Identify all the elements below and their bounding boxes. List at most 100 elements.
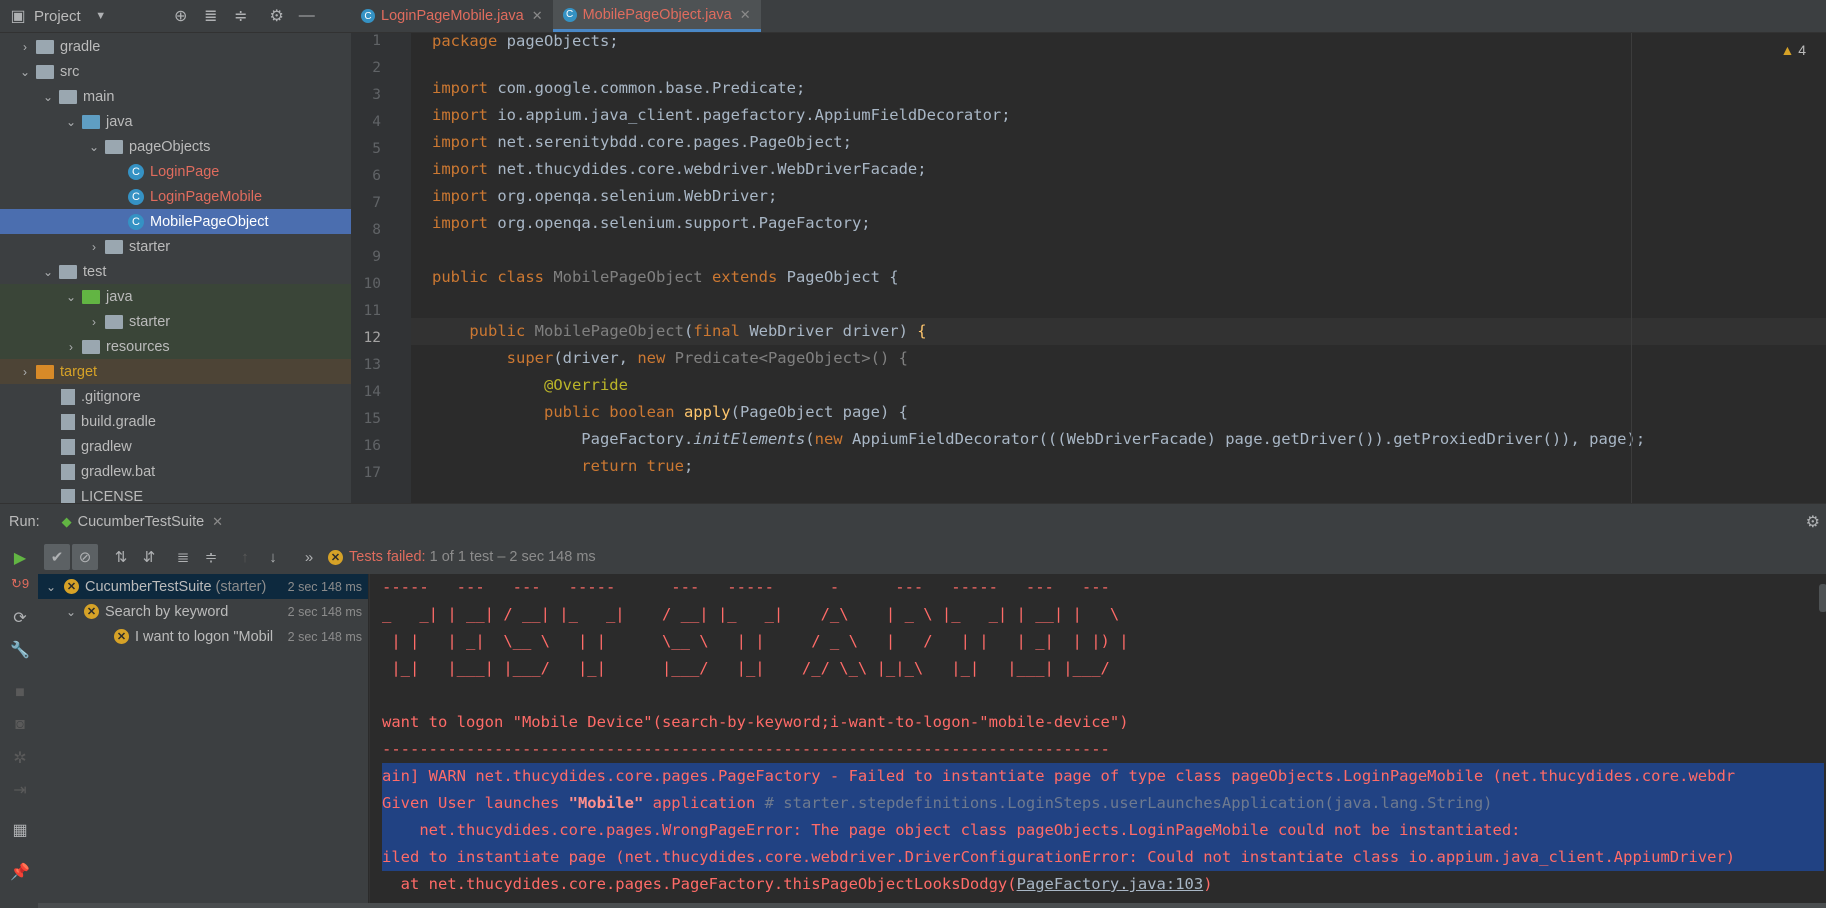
stop-icon[interactable]: ■ (10, 684, 30, 704)
test-suite-row[interactable]: ⌄ ✕ CucumberTestSuite (starter) 2 sec 14… (38, 574, 368, 599)
exit-icon[interactable]: ⇥ (10, 780, 30, 800)
rerun-failed-icon[interactable]: ↻9 (10, 576, 30, 596)
tree-item-build-gradle[interactable]: build.gradle (0, 409, 351, 434)
chevron-down-icon[interactable]: ⌄ (44, 580, 58, 594)
console-line: | | | _| \__ \ | | \__ \ | | / _ \ | / |… (382, 632, 1129, 650)
previous-failed-icon[interactable]: ↑ (232, 544, 258, 570)
console-line: want to logon "Mobile Device"(search-by-… (382, 713, 1129, 731)
stacktrace-link[interactable]: PageFactory.java:103 (1017, 875, 1204, 893)
tree-item-java[interactable]: ⌄ java (0, 109, 351, 134)
line-number: 8 (372, 222, 381, 238)
project-panel-title[interactable]: Project (34, 8, 81, 25)
tests-summary: 1 of 1 test – 2 sec 148 ms (425, 549, 596, 565)
more-icon[interactable]: » (296, 544, 322, 570)
sort-alpha-icon[interactable]: ⇅ (108, 544, 134, 570)
tree-item-gradlew-bat[interactable]: gradlew.bat (0, 459, 351, 484)
console-line: ----- --- --- ----- --- ----- - --- ----… (382, 578, 1110, 596)
resources-folder-icon (82, 339, 100, 354)
warnings-indicator[interactable]: ▲ 4 (1780, 42, 1806, 58)
layout-icon[interactable]: ▦ (10, 820, 30, 840)
chevron-right-icon[interactable]: › (64, 340, 78, 354)
tab-mobile-page-object[interactable]: C MobilePageObject.java ✕ (552, 0, 761, 32)
console-line: at net.thucydides.core.pages.PageFactory… (382, 875, 1213, 893)
code-line-7: import org.openqa.selenium.WebDriver; (432, 187, 778, 205)
chevron-right-icon[interactable]: › (87, 240, 101, 254)
tree-item-loginpage[interactable]: C LoginPage (0, 159, 351, 184)
code-line-15: public boolean apply(PageObject page) { (432, 403, 908, 421)
code-line-8: import org.openqa.selenium.support.PageF… (432, 214, 871, 232)
warning-icon: ▲ (1780, 42, 1795, 58)
locate-icon[interactable]: ⊕ (171, 6, 191, 26)
gear-icon[interactable]: ⚙ (1806, 512, 1820, 532)
collapse-all-icon[interactable]: ≑ (231, 6, 251, 26)
show-ignored-icon[interactable]: ⊘ (72, 544, 98, 570)
test-scenario-row[interactable]: ✕ I want to logon "Mobil 2 sec 148 ms (38, 624, 368, 649)
settings-icon[interactable]: ✲ (10, 748, 30, 768)
test-name: CucumberTestSuite (85, 578, 212, 595)
tests-failed-label: Tests failed: (349, 549, 426, 565)
sort-duration-icon[interactable]: ⇵ (136, 544, 162, 570)
rerun-icon[interactable]: ▶ (10, 548, 30, 568)
tree-item-label: resources (106, 338, 170, 355)
show-passed-icon[interactable]: ✔ (44, 544, 70, 570)
code-line-14: @Override (432, 376, 628, 394)
tree-item-java[interactable]: ⌄ java (0, 284, 351, 309)
console-line: _ _| | __| / __| |_ _| / __| |_ _| /_\ |… (382, 605, 1120, 623)
scrollbar-thumb[interactable] (1819, 584, 1826, 612)
chevron-down-icon[interactable]: ⌄ (64, 605, 78, 619)
chevron-down-icon[interactable]: ⌄ (87, 140, 101, 154)
toggle-auto-test-icon[interactable]: ⟳ (10, 608, 30, 628)
tree-item-gradle[interactable]: › gradle (0, 34, 351, 59)
collapse-all-icon[interactable]: ≑ (198, 544, 224, 570)
chevron-down-icon[interactable]: ⌄ (41, 265, 55, 279)
tree-item-resources[interactable]: › resources (0, 334, 351, 359)
chevron-down-icon[interactable]: ▼ (91, 6, 111, 26)
chevron-down-icon[interactable]: ⌄ (18, 65, 32, 79)
run-config-tab[interactable]: CucumberTestSuite (78, 514, 205, 530)
tree-item-test[interactable]: ⌄ test (0, 259, 351, 284)
tree-item-mobilepageobject[interactable]: C MobilePageObject (0, 209, 351, 234)
minimize-icon[interactable]: — (297, 6, 317, 26)
wrench-icon[interactable]: 🔧 (10, 640, 30, 660)
chevron-down-icon[interactable]: ⌄ (64, 290, 78, 304)
console-line-selected: ain] WARN net.thucydides.core.pages.Page… (382, 763, 1824, 790)
tree-item-loginpagemobile[interactable]: C LoginPageMobile (0, 184, 351, 209)
tree-item-label: java (106, 288, 133, 305)
tree-item-starter[interactable]: › starter (0, 234, 351, 259)
test-duration: 2 sec 148 ms (283, 629, 362, 644)
chevron-right-icon[interactable]: › (87, 315, 101, 329)
next-failed-icon[interactable]: ↓ (260, 544, 286, 570)
package-icon (105, 314, 123, 329)
tree-item-gitignore[interactable]: .gitignore (0, 384, 351, 409)
tree-item-main[interactable]: ⌄ main (0, 84, 351, 109)
expand-all-icon[interactable]: ≣ (201, 6, 221, 26)
close-icon[interactable]: ✕ (212, 514, 223, 530)
test-name: I want to logon "Mobil (135, 628, 274, 645)
tree-item-starter[interactable]: › starter (0, 309, 351, 334)
chevron-down-icon[interactable]: ⌄ (41, 90, 55, 104)
chevron-right-icon[interactable]: › (18, 365, 32, 379)
tree-item-pageobjects[interactable]: ⌄ pageObjects (0, 134, 351, 159)
horizontal-scrollbar[interactable] (38, 903, 1826, 908)
line-number: 13 (363, 357, 381, 373)
chevron-down-icon[interactable]: ⌄ (64, 115, 78, 129)
pin-icon[interactable]: 📌 (10, 862, 30, 882)
code-line-12: public MobilePageObject(final WebDriver … (411, 318, 1826, 345)
tree-item-gradlew[interactable]: gradlew (0, 434, 351, 459)
expand-all-icon[interactable]: ≣ (170, 544, 196, 570)
code-editor[interactable]: package pageObjects; import com.google.c… (411, 33, 1826, 503)
tree-item-license[interactable]: LICENSE (0, 484, 351, 503)
gear-icon[interactable]: ⚙ (267, 6, 287, 26)
tree-item-src[interactable]: ⌄ src (0, 59, 351, 84)
console-output[interactable]: ----- --- --- ----- --- ----- - --- ----… (369, 574, 1826, 908)
tab-login-page-mobile[interactable]: C LoginPageMobile.java ✕ (351, 0, 553, 32)
close-icon[interactable]: ✕ (532, 8, 543, 24)
line-number: 3 (372, 87, 381, 103)
line-number: 7 (372, 195, 381, 211)
test-feature-row[interactable]: ⌄ ✕ Search by keyword 2 sec 148 ms (38, 599, 368, 624)
tree-item-target[interactable]: › target (0, 359, 351, 384)
camera-icon[interactable]: ◙ (10, 716, 30, 736)
chevron-right-icon[interactable]: › (18, 40, 32, 54)
package-icon (105, 139, 123, 154)
close-icon[interactable]: ✕ (740, 7, 751, 23)
